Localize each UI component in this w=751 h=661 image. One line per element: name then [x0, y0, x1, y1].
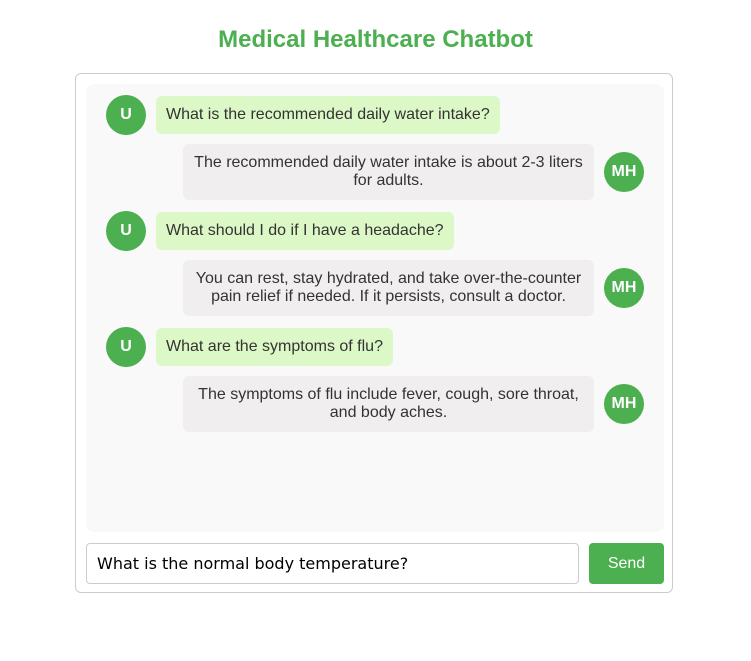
message-input[interactable]: [86, 543, 579, 584]
user-avatar: U: [106, 327, 146, 367]
bot-message-bubble: The recommended daily water intake is ab…: [183, 144, 594, 200]
bot-avatar: MH: [604, 384, 644, 424]
chat-container: U What is the recommended daily water in…: [75, 73, 673, 593]
user-message-bubble: What are the symptoms of flu?: [156, 328, 393, 366]
send-button[interactable]: Send: [589, 543, 664, 584]
user-avatar: U: [106, 95, 146, 135]
user-message-bubble: What is the recommended daily water inta…: [156, 96, 500, 134]
page-title: Medical Healthcare Chatbot: [218, 26, 533, 53]
bot-message-bubble: You can rest, stay hydrated, and take ov…: [183, 260, 594, 316]
bot-avatar: MH: [604, 268, 644, 308]
bot-avatar: MH: [604, 152, 644, 192]
input-row: Send: [86, 543, 664, 585]
user-avatar: U: [106, 211, 146, 251]
bot-message-bubble: The symptoms of flu include fever, cough…: [183, 376, 594, 432]
chat-log[interactable]: U What is the recommended daily water in…: [86, 84, 664, 532]
user-message-bubble: What should I do if I have a headache?: [156, 212, 454, 250]
